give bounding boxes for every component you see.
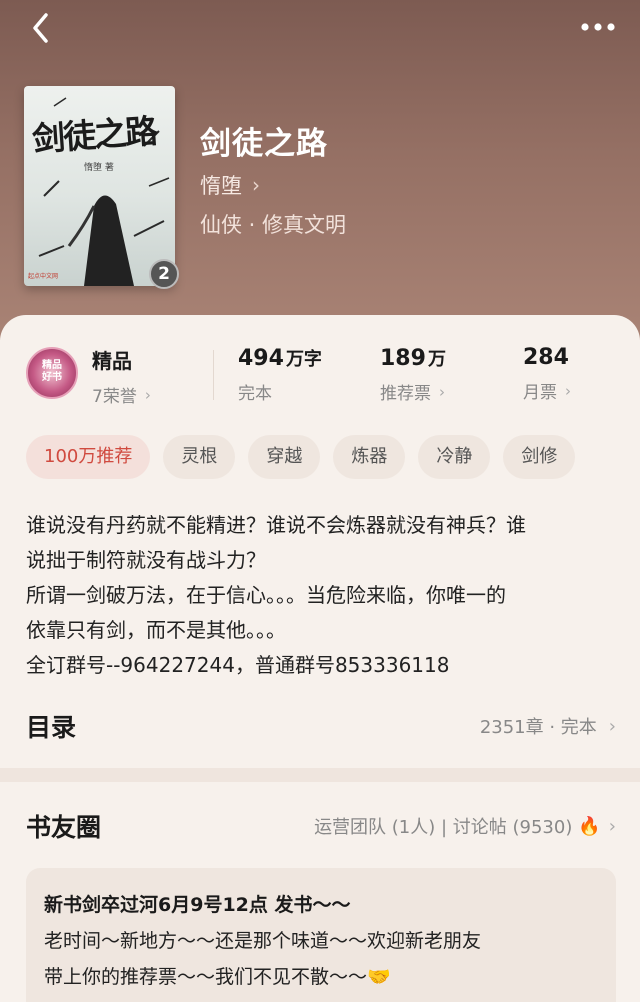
description-line: 依靠只有剑，而不是其他。。。 bbox=[26, 618, 286, 642]
pinned-post-card[interactable]: 新书剑卒过河6月9号12点 发书～～ 老时间～新地方～～还是那个味道～～欢迎新老… bbox=[26, 868, 616, 1002]
book-title: 剑徒之路 bbox=[200, 126, 328, 162]
post-line: 老时间～新地方～～还是那个味道～～欢迎新老朋友 bbox=[44, 930, 482, 952]
author-link[interactable]: 惰堕 › bbox=[200, 170, 260, 200]
top-bar bbox=[0, 0, 640, 56]
recommend-stat[interactable]: 189 万 推荐票 › bbox=[380, 345, 446, 404]
more-dots-icon bbox=[581, 23, 615, 31]
cover-title: 剑徒之路 bbox=[30, 111, 158, 159]
honor-stat[interactable]: 精品 7荣誉 › bbox=[92, 345, 151, 407]
quality-label: 精品 bbox=[92, 349, 132, 373]
tag-list: 100万推荐 灵根 穿越 炼器 冷静 剑修 bbox=[26, 435, 588, 479]
book-status: 完本 bbox=[238, 384, 272, 404]
circle-meta-link[interactable]: 运营团队 (1人) | 讨论帖 (9530) 🔥 › bbox=[314, 813, 616, 839]
tag-chip[interactable]: 炼器 bbox=[333, 435, 406, 479]
toc-title: 目录 bbox=[26, 713, 77, 742]
book-genre: 仙侠 · 修真文明 bbox=[200, 213, 347, 237]
back-button[interactable] bbox=[26, 10, 58, 46]
description-line: 所谓一剑破万法，在于信心。。。当危险来临，你唯一的 bbox=[26, 583, 506, 607]
table-of-contents-row[interactable]: 目录 2351章 · 完本 › bbox=[26, 706, 616, 746]
description-line: 谁说没有丹药就不能精进？谁说不会炼器就没有神兵？谁 bbox=[26, 513, 526, 537]
quality-medal-icon: 精品 好书 bbox=[26, 347, 78, 399]
circle-meta: 运营团队 (1人) | 讨论帖 (9530) bbox=[314, 817, 573, 838]
medal-emblem: 精品 好书 bbox=[42, 360, 62, 383]
description-line: 全订群号--964227244，普通群号853336118 bbox=[26, 653, 450, 677]
tag-chip[interactable]: 灵根 bbox=[163, 435, 236, 479]
tag-chip[interactable]: 剑修 bbox=[503, 435, 576, 479]
stats-divider bbox=[213, 350, 214, 400]
description-line: 说拙于制符就没有战斗力？ bbox=[26, 548, 266, 572]
book-description[interactable]: 谁说没有丹药就不能精进？谁说不会炼器就没有神兵？谁 说拙于制符就没有战斗力？ 所… bbox=[26, 508, 616, 683]
chevron-right-icon: › bbox=[565, 381, 571, 400]
cover-author: 惰堕 著 bbox=[84, 163, 114, 173]
chevron-left-icon bbox=[33, 13, 48, 43]
chevron-right-icon: › bbox=[439, 382, 445, 401]
honor-count: 7荣誉 bbox=[92, 387, 137, 407]
author-name: 惰堕 bbox=[200, 174, 242, 198]
post-line: 带上你的推荐票～～我们不见不散～～🤝 bbox=[44, 966, 391, 988]
chevron-right-icon: › bbox=[252, 173, 260, 197]
cover-badge: 2 bbox=[149, 259, 179, 289]
tag-chip[interactable]: 穿越 bbox=[248, 435, 321, 479]
recommend-count: 189 bbox=[380, 346, 426, 371]
recommend-label: 推荐票 bbox=[380, 384, 431, 404]
book-circle-header: 书友圈 运营团队 (1人) | 讨论帖 (9530) 🔥 › bbox=[26, 806, 616, 846]
chevron-right-icon: › bbox=[608, 715, 616, 737]
book-cover[interactable]: 剑徒之路 惰堕 著 起点中文网 bbox=[24, 86, 175, 286]
cover-publisher-logo: 起点中文网 bbox=[28, 273, 59, 280]
toc-meta: 2351章 · 完本 bbox=[479, 717, 597, 738]
chevron-right-icon: › bbox=[608, 815, 616, 837]
word-count-stat: 494 万字 完本 bbox=[238, 345, 322, 404]
tag-chip[interactable]: 冷静 bbox=[418, 435, 491, 479]
word-unit: 万字 bbox=[285, 349, 322, 370]
monthly-label: 月票 bbox=[523, 383, 557, 403]
tag-chip[interactable]: 100万推荐 bbox=[26, 435, 151, 479]
word-count: 494 bbox=[238, 346, 284, 371]
circle-title: 书友圈 bbox=[26, 813, 102, 842]
fire-icon: 🔥 bbox=[578, 815, 601, 837]
section-separator bbox=[0, 768, 640, 782]
chevron-right-icon: › bbox=[144, 385, 151, 404]
recommend-unit: 万 bbox=[427, 349, 446, 370]
post-title: 新书剑卒过河6月9号12点 发书～～ bbox=[44, 894, 351, 916]
monthly-count: 284 bbox=[523, 345, 569, 370]
monthly-ticket-stat[interactable]: 284 月票 › bbox=[523, 345, 571, 403]
more-button[interactable] bbox=[578, 12, 618, 42]
